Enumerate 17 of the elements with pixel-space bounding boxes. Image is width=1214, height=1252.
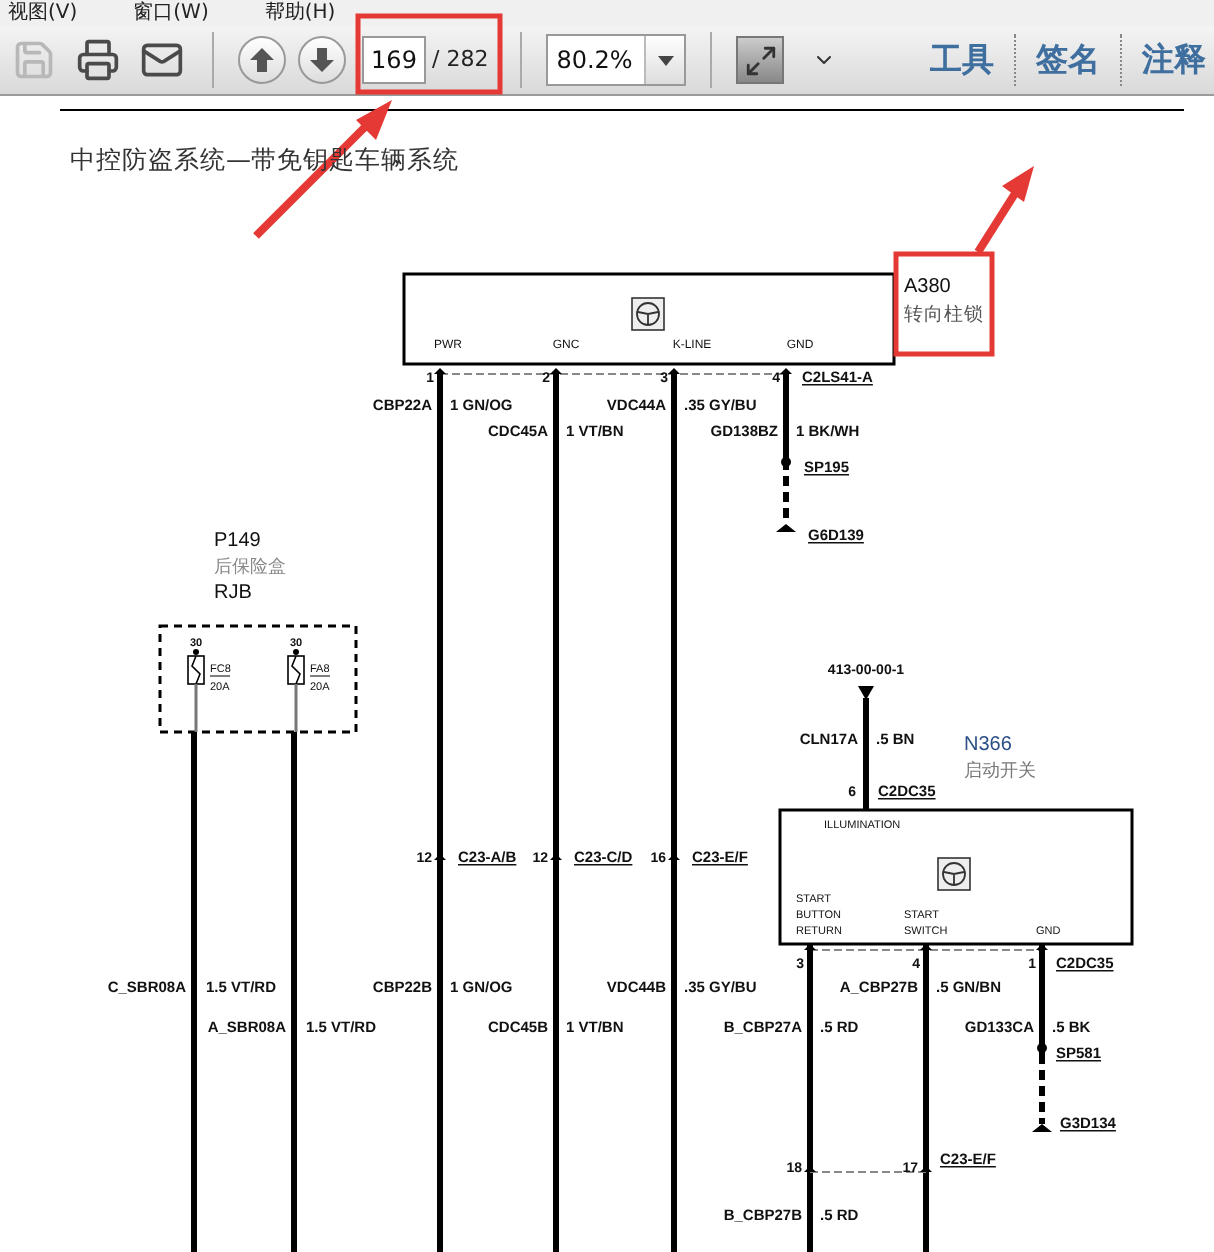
panel-tab[interactable]: 签名 bbox=[1036, 36, 1100, 84]
page-total: / 282 bbox=[432, 43, 491, 76]
panel-tab[interactable]: 注释 bbox=[1142, 36, 1206, 84]
menu-item[interactable]: 帮助(H) bbox=[264, 1, 336, 25]
module-code: RJB bbox=[214, 582, 252, 604]
module-name: 后保险盒 bbox=[214, 558, 286, 578]
menu-item[interactable]: 视图(V) bbox=[8, 1, 78, 25]
panel-tab[interactable]: 工具 bbox=[930, 36, 994, 84]
zoom-value: 80.2% bbox=[554, 44, 635, 78]
menu-item[interactable]: 窗口(W) bbox=[133, 1, 209, 25]
module-name: 转向柱锁 bbox=[904, 304, 984, 326]
module-code: A380 bbox=[904, 276, 951, 298]
module-code: P149 bbox=[214, 530, 261, 552]
module-code: N366 bbox=[964, 734, 1012, 756]
page-number-field[interactable]: 169 bbox=[362, 36, 426, 84]
zoom-field[interactable]: 80.2% bbox=[546, 34, 687, 86]
module-name: 启动开关 bbox=[964, 762, 1036, 782]
